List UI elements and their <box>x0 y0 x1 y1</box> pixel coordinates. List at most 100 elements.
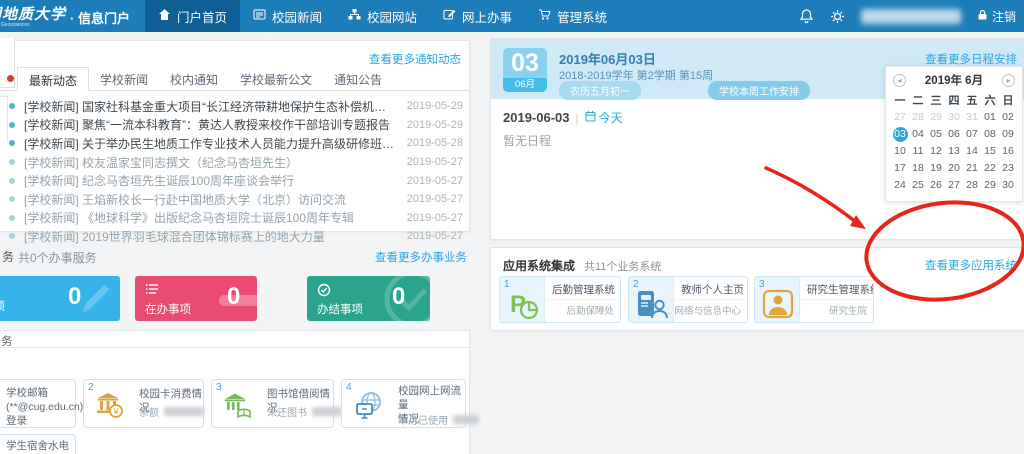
edit-icon <box>443 8 456 24</box>
calendar-day[interactable]: 31 <box>963 110 981 125</box>
next-month-button[interactable]: ▸ <box>1002 74 1015 87</box>
globe-monitor-icon <box>353 391 385 426</box>
calendar-day[interactable]: 17 <box>891 161 909 176</box>
tab-school-news[interactable]: 学校新闻 <box>89 67 159 90</box>
card-text: 学校邮箱 (**@cug.edu.cn) 登录 <box>6 386 83 429</box>
calendar-day[interactable]: 20 <box>945 161 963 176</box>
dorm-utilities-card[interactable]: 学生宿舍水电情 况(尚未集成) <box>0 434 76 454</box>
app-number: 2 <box>633 279 639 290</box>
calendar-day[interactable]: 29 <box>927 110 945 125</box>
calendar-day[interactable]: 16 <box>999 144 1017 159</box>
app-teacher-homepage[interactable]: 2 教师个人主页 网络与信息中心 <box>628 276 748 323</box>
calendar-day[interactable]: 14 <box>963 144 981 159</box>
cutoff-widget-fragment <box>0 96 8 142</box>
calendar-weekday: 二 <box>909 92 927 108</box>
gear-icon[interactable] <box>830 9 845 24</box>
app-name: 教师个人主页 <box>681 282 744 297</box>
calendar-day[interactable]: 11 <box>909 144 927 159</box>
logo-text: 中国地质大学 <box>0 3 66 24</box>
separator: | <box>576 111 579 125</box>
calendar-day[interactable]: 24 <box>891 178 909 193</box>
calendar-header: ◂ 2019年 6月 ▸ <box>886 67 1022 90</box>
menu-item-management-systems[interactable]: 管理系统 <box>525 0 620 32</box>
schedule-panel: 查看更多日程安排 03 06月 2019年06月03日 2018-2019学年 … <box>490 38 1024 240</box>
bullet-icon <box>9 122 15 128</box>
calendar-day[interactable]: 05 <box>927 127 945 142</box>
calendar-day[interactable]: 15 <box>981 144 999 159</box>
calendar-day[interactable]: 22 <box>981 161 999 176</box>
svg-text:¥: ¥ <box>112 407 119 417</box>
card-subtitle: 余额 <box>139 404 204 419</box>
calendar-day[interactable]: 19 <box>927 161 945 176</box>
calendar-day[interactable]: 02 <box>999 110 1017 125</box>
calendar-day[interactable]: 23 <box>999 161 1017 176</box>
tab-latest[interactable]: 最新动态 <box>17 67 89 91</box>
bell-icon[interactable] <box>799 8 814 24</box>
school-email-card[interactable]: 学校邮箱 (**@cug.edu.cn) 登录 <box>0 379 76 428</box>
app-name: 后勤管理系统 <box>552 282 615 297</box>
notification-dot <box>7 75 14 82</box>
calendar-day[interactable]: 03 <box>893 127 908 142</box>
calendar-day[interactable]: 26 <box>927 178 945 193</box>
news-item[interactable]: [学校新闻] 《地球科学》出版纪念马杏垣院士诞辰100周年专辑2019-05-2… <box>0 209 469 228</box>
calendar-day[interactable]: 18 <box>909 161 927 176</box>
logout-button[interactable]: 注销 <box>977 8 1016 25</box>
list-icon <box>145 283 159 301</box>
menu-label: 网上办事 <box>462 7 512 26</box>
calendar-day[interactable]: 28 <box>909 110 927 125</box>
more-apps-link[interactable]: 查看更多应用系统 <box>925 257 1017 273</box>
university-logo[interactable]: 中国地质大学 University of Geosciences · 信息门户 <box>0 0 145 32</box>
campus-card-spending-card[interactable]: 2 ¥ 校园卡消费情况 余额 <box>83 379 204 428</box>
more-services-link[interactable]: 查看更多办事业务 <box>375 249 467 265</box>
calendar-day[interactable]: 30 <box>999 178 1017 193</box>
completed-items-card[interactable]: 办结事项 0 <box>307 276 430 321</box>
empty-schedule-text: 暂无日程 <box>503 132 551 149</box>
library-borrowing-card[interactable]: 3 图书馆借阅情况 未还图书 <box>211 379 334 428</box>
calendar-day[interactable]: 08 <box>981 127 999 142</box>
calendar-day[interactable]: 29 <box>981 178 999 193</box>
calendar-day[interactable]: 28 <box>963 178 981 193</box>
calendar-day[interactable]: 07 <box>963 127 981 142</box>
menu-item-online-services[interactable]: 网上办事 <box>430 0 525 32</box>
tab-official-docs[interactable]: 学校最新公文 <box>229 67 323 90</box>
calendar-day[interactable]: 10 <box>891 144 909 159</box>
calendar-day[interactable]: 27 <box>891 110 909 125</box>
tab-announcements[interactable]: 通知公告 <box>323 67 393 90</box>
app-department: 网络与信息中心 <box>674 303 741 317</box>
more-news-link[interactable]: 查看更多通知动态 <box>369 51 461 67</box>
calendar-day[interactable]: 01 <box>981 110 999 125</box>
menu-item-home[interactable]: 门户首页 <box>145 0 240 32</box>
more-schedule-link[interactable]: 查看更多日程安排 <box>925 51 1017 67</box>
news-item[interactable]: [学校新闻] 2019世界羽毛球混合团体锦标赛上的地大力量2019-05-27 <box>0 227 469 246</box>
calendar-day[interactable]: 13 <box>945 144 963 159</box>
in-progress-items-card[interactable]: 在办事项 0 <box>135 276 257 321</box>
app-graduate-management[interactable]: 3 研究生管理系统 研究生院 <box>754 276 874 323</box>
calendar-day[interactable]: 30 <box>945 110 963 125</box>
news-item[interactable]: [学校新闻] 纪念马杏垣先生诞辰100周年座谈会举行2019-05-27 <box>0 171 469 190</box>
apps-count: 共11个业务系统 <box>584 258 661 274</box>
menu-item-campus-sites[interactable]: 校园网站 <box>335 0 430 32</box>
calendar-day[interactable]: 09 <box>999 127 1017 142</box>
news-item[interactable]: [学校新闻] 王焰新校长一行赴中国地质大学（北京）访问交流2019-05-27 <box>0 190 469 209</box>
news-item[interactable]: [学校新闻] 国家社科基金重大项目“长江经济带耕地保护生态补偿机制构建与政策创新… <box>0 97 469 116</box>
tab-internal-notice[interactable]: 校内通知 <box>159 67 229 90</box>
sitemap-icon <box>348 8 361 24</box>
week-plan-button[interactable]: 学校本周工作安排 <box>708 81 810 100</box>
todo-items-card[interactable]: 待办事项 0 <box>0 276 120 321</box>
calendar-day[interactable]: 21 <box>963 161 981 176</box>
calendar-day[interactable]: 06 <box>945 127 963 142</box>
news-item[interactable]: [学校新闻] 校友温家宝同志撰文（纪念马杏垣先生）2019-05-27 <box>0 153 469 172</box>
news-item[interactable]: [学校新闻] 关于举办民生地质工作专业技术人员能力提升高级研修班的通知2019-… <box>0 134 469 153</box>
prev-month-button[interactable]: ◂ <box>893 74 906 87</box>
calendar-day[interactable]: 25 <box>909 178 927 193</box>
menu-item-campus-news[interactable]: 校园新闻 <box>240 0 335 32</box>
app-logistics-system[interactable]: 1 P 后勤管理系统 后勤保障处 <box>499 276 621 323</box>
today-button[interactable]: 今天 <box>585 109 623 126</box>
calendar-day[interactable]: 12 <box>927 144 945 159</box>
id-card-person-icon <box>636 288 668 323</box>
news-item[interactable]: [学校新闻] 聚焦“一流本科教育”：黄达人教授来校作干部培训专题报告2019-0… <box>0 116 469 135</box>
network-traffic-card[interactable]: 4 校园网上网流量 情况 本月已使用 <box>341 379 466 428</box>
calendar-day[interactable]: 04 <box>909 127 927 142</box>
user-name-blurred[interactable] <box>861 9 961 24</box>
calendar-day[interactable]: 27 <box>945 178 963 193</box>
